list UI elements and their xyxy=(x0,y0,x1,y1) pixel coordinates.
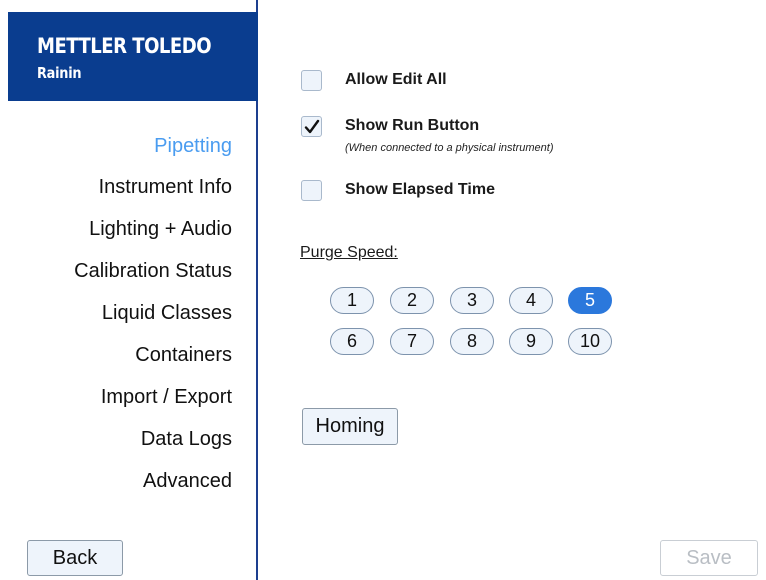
show-run-button-label: Show Run Button xyxy=(345,117,480,134)
sidebar-item-data-logs[interactable]: Data Logs xyxy=(74,418,232,460)
settings-nav: Pipetting Instrument Info Lighting + Aud… xyxy=(74,126,232,502)
sidebar-item-advanced[interactable]: Advanced xyxy=(74,460,232,502)
sidebar-item-pipetting[interactable]: Pipetting xyxy=(74,126,232,166)
sidebar-item-containers[interactable]: Containers xyxy=(74,334,232,376)
purge-speed-3-button[interactable]: 3 xyxy=(450,287,494,314)
sidebar-item-lighting-audio[interactable]: Lighting + Audio xyxy=(74,208,232,250)
purge-speed-9-button[interactable]: 9 xyxy=(509,328,553,355)
sidebar: METTLER TOLEDO Rainin Pipetting Instrume… xyxy=(0,0,258,580)
purge-speed-6-button[interactable]: 6 xyxy=(330,328,374,355)
allow-edit-all-label: Allow Edit All xyxy=(345,71,447,88)
sidebar-item-calibration-status[interactable]: Calibration Status xyxy=(74,250,232,292)
save-button[interactable]: Save xyxy=(660,540,758,576)
sidebar-item-instrument-info[interactable]: Instrument Info xyxy=(74,166,232,208)
purge-speed-5-button[interactable]: 5 xyxy=(568,287,612,314)
purge-speed-7-button[interactable]: 7 xyxy=(390,328,434,355)
brand-subtitle: Rainin xyxy=(37,64,82,82)
sidebar-item-liquid-classes[interactable]: Liquid Classes xyxy=(74,292,232,334)
sidebar-item-import-export[interactable]: Import / Export xyxy=(74,376,232,418)
purge-speed-10-button[interactable]: 10 xyxy=(568,328,612,355)
purge-speed-2-button[interactable]: 2 xyxy=(390,287,434,314)
allow-edit-all-checkbox[interactable] xyxy=(301,70,322,91)
show-run-button-checkbox[interactable] xyxy=(301,116,322,137)
purge-speed-8-button[interactable]: 8 xyxy=(450,328,494,355)
back-button[interactable]: Back xyxy=(27,540,123,576)
purge-speed-1-button[interactable]: 1 xyxy=(330,287,374,314)
show-elapsed-time-checkbox[interactable] xyxy=(301,180,322,201)
show-run-button-note: (When connected to a physical instrument… xyxy=(345,142,554,154)
purge-speed-4-button[interactable]: 4 xyxy=(509,287,553,314)
show-elapsed-time-label: Show Elapsed Time xyxy=(345,181,495,198)
homing-button[interactable]: Homing xyxy=(302,408,398,445)
brand-logo: METTLER TOLEDO Rainin xyxy=(8,12,258,101)
brand-name: METTLER TOLEDO xyxy=(37,34,212,58)
checkmark-icon xyxy=(304,119,320,134)
purge-speed-label: Purge Speed: xyxy=(300,244,398,261)
